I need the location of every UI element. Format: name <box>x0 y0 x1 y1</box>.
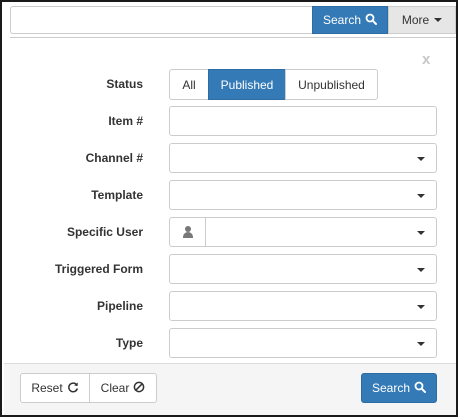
caret-down-icon <box>417 342 425 346</box>
template-label: Template <box>91 188 143 202</box>
type-select[interactable] <box>169 328 437 358</box>
more-dropdown-button[interactable]: More <box>388 6 456 34</box>
template-select[interactable] <box>169 180 437 210</box>
status-published-button[interactable]: Published <box>208 69 286 100</box>
type-label: Type <box>115 336 143 350</box>
reset-button[interactable]: Reset <box>20 373 90 403</box>
top-divider <box>10 37 456 38</box>
user-icon <box>182 226 194 238</box>
specific-user-label: Specific User <box>66 225 143 239</box>
search-button-label: Search <box>371 381 411 395</box>
caret-down-icon <box>417 268 425 272</box>
triggered-form-select[interactable] <box>169 254 437 284</box>
top-search-bar: Search More <box>2 2 456 36</box>
reset-label: Reset <box>31 381 63 395</box>
caret-down-icon <box>417 305 425 309</box>
top-search-label: Search <box>322 13 362 27</box>
search-button[interactable]: Search <box>361 373 437 403</box>
pipeline-label: Pipeline <box>96 299 143 313</box>
search-icon <box>365 13 378 28</box>
clear-button[interactable]: Clear <box>89 373 157 403</box>
user-addon <box>170 218 206 246</box>
search-panel-window: Search More x Status All Published Unpub… <box>0 0 458 417</box>
item-number-input[interactable] <box>169 106 437 136</box>
channel-number-label: Channel # <box>85 151 143 165</box>
triggered-form-label: Triggered Form <box>54 262 143 276</box>
ban-icon <box>133 381 145 396</box>
status-all-button[interactable]: All <box>169 69 209 100</box>
search-icon <box>414 381 427 396</box>
refresh-icon <box>67 381 79 396</box>
status-unpublished-button[interactable]: Unpublished <box>285 69 378 100</box>
close-icon[interactable]: x <box>422 51 430 68</box>
pipeline-select[interactable] <box>169 291 437 321</box>
clear-label: Clear <box>100 381 130 395</box>
caret-down-icon <box>417 194 425 198</box>
more-label: More <box>401 13 430 27</box>
caret-down-icon <box>417 231 425 235</box>
status-toggle-group: All Published Unpublished <box>169 69 378 100</box>
caret-down-icon <box>417 157 425 161</box>
status-label: Status <box>106 77 143 91</box>
specific-user-select[interactable] <box>169 217 437 247</box>
panel-footer: Reset Clear Search <box>4 363 456 415</box>
item-number-label: Item # <box>108 114 143 128</box>
channel-number-select[interactable] <box>169 143 437 173</box>
top-search-input[interactable] <box>10 6 312 34</box>
caret-down-icon <box>434 18 443 22</box>
top-search-button[interactable]: Search <box>312 6 388 34</box>
